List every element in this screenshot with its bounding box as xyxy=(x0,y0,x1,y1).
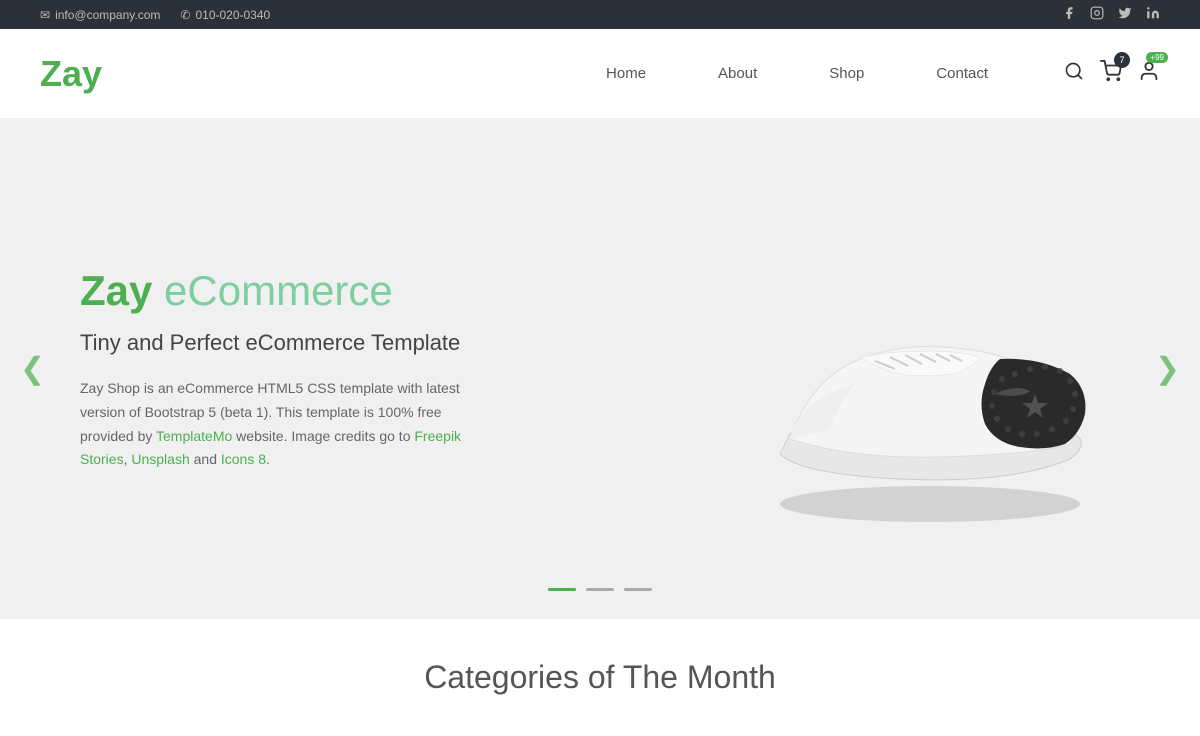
hero-desc-middle: website. Image credits go to xyxy=(232,428,414,444)
unsplash-link[interactable]: Unsplash xyxy=(131,451,189,467)
hero-title: Zay eCommerce xyxy=(80,266,470,316)
instagram-icon[interactable] xyxy=(1090,6,1104,23)
nav-about[interactable]: About xyxy=(682,55,793,92)
carousel-dot-3[interactable] xyxy=(624,588,652,591)
linkedin-icon[interactable] xyxy=(1146,6,1160,23)
phone-text: 010-020-0340 xyxy=(195,8,270,22)
nav-home[interactable]: Home xyxy=(570,55,682,92)
hero-title-brand: Zay xyxy=(80,267,152,314)
hero-subtitle: Tiny and Perfect eCommerce Template xyxy=(80,328,470,359)
templatemo-link[interactable]: TemplateMo xyxy=(156,428,232,444)
facebook-icon[interactable] xyxy=(1062,6,1076,23)
carousel-next-button[interactable]: ❯ xyxy=(1145,342,1190,397)
categories-title: Categories of The Month xyxy=(40,659,1160,696)
hero-desc-end: and xyxy=(190,451,221,467)
hero-title-sub: eCommerce xyxy=(164,267,393,314)
phone-icon: ✆ xyxy=(180,8,190,22)
cart-badge: 7 xyxy=(1114,52,1130,68)
hero-content: Zay eCommerce Tiny and Perfect eCommerce… xyxy=(0,206,550,532)
twitter-icon[interactable] xyxy=(1118,6,1132,23)
hero-desc: Zay Shop is an eCommerce HTML5 CSS templ… xyxy=(80,377,470,472)
cart-button[interactable]: 7 xyxy=(1100,60,1122,88)
user-badge: +99 xyxy=(1146,52,1168,63)
email-icon: ✉ xyxy=(40,8,50,22)
header: Zay Home About Shop Contact 7 +99 xyxy=(0,29,1200,119)
carousel-dot-2[interactable] xyxy=(586,588,614,591)
nav-shop[interactable]: Shop xyxy=(793,55,900,92)
header-icons: 7 +99 xyxy=(1064,60,1160,88)
main-nav: Home About Shop Contact xyxy=(570,55,1024,92)
carousel-prev-button[interactable]: ❮ xyxy=(10,342,55,397)
email-item: ✉ info@company.com xyxy=(40,8,160,22)
email-text: info@company.com xyxy=(55,8,160,22)
search-button[interactable] xyxy=(1064,61,1084,87)
user-button[interactable]: +99 xyxy=(1138,60,1160,88)
icons8-link[interactable]: Icons 8 xyxy=(221,451,266,467)
hero-desc-final: . xyxy=(266,451,270,467)
social-links xyxy=(1062,6,1160,23)
carousel-dots xyxy=(548,588,652,591)
hero-section: Zay eCommerce Tiny and Perfect eCommerce… xyxy=(0,119,1200,619)
nav-contact[interactable]: Contact xyxy=(900,55,1024,92)
categories-section: Categories of The Month xyxy=(0,619,1200,716)
logo[interactable]: Zay xyxy=(40,53,102,95)
phone-item: ✆ 010-020-0340 xyxy=(180,8,270,22)
top-bar: ✉ info@company.com ✆ 010-020-0340 xyxy=(0,0,1200,29)
hero-shoe-image xyxy=(700,199,1120,539)
carousel-dot-1[interactable] xyxy=(548,588,576,591)
